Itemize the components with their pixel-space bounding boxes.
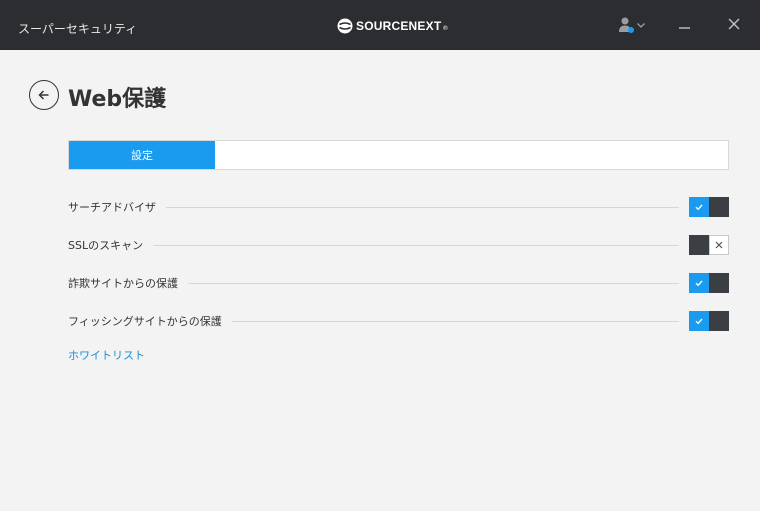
tab-bar: 設定 <box>68 140 729 170</box>
close-icon <box>728 18 740 30</box>
arrow-left-icon <box>38 90 49 100</box>
x-icon <box>709 235 729 255</box>
setting-label: 詐欺サイトからの保護 <box>68 277 178 290</box>
sourcenext-logo-icon <box>337 18 353 34</box>
minimize-icon <box>679 27 690 29</box>
divider-line <box>188 282 679 284</box>
check-icon <box>689 273 709 293</box>
brand-logo: SOURCENEXT ® <box>337 17 448 35</box>
app-title: スーパーセキュリティ <box>18 22 138 36</box>
toggle-knob <box>689 235 709 255</box>
setting-row-fraud-protection: 詐欺サイトからの保護 <box>68 272 729 294</box>
whitelist-link[interactable]: ホワイトリスト <box>68 347 145 363</box>
toggle-knob <box>709 197 729 217</box>
ssl-scan-toggle[interactable] <box>689 235 729 255</box>
brand-name: SOURCENEXT <box>356 19 442 33</box>
back-button[interactable] <box>29 80 59 110</box>
registered-mark: ® <box>442 25 449 32</box>
search-advisor-toggle[interactable] <box>689 197 729 217</box>
chevron-down-icon <box>637 23 645 28</box>
divider-line <box>231 320 679 322</box>
check-icon <box>689 311 709 331</box>
setting-row-search-advisor: サーチアドバイザ <box>68 196 729 218</box>
setting-label: SSLのスキャン <box>68 239 144 252</box>
setting-label: サーチアドバイザ <box>68 201 156 214</box>
main-content: Web保護 設定 サーチアドバイザ SSLのスキャン 詐欺サイトからの保護 フィ… <box>0 50 760 511</box>
minimize-button[interactable] <box>676 16 694 34</box>
page-title: Web保護 <box>68 87 167 112</box>
divider-line <box>166 206 679 208</box>
setting-label: フィッシングサイトからの保護 <box>68 315 222 328</box>
setting-row-ssl-scan: SSLのスキャン <box>68 234 729 256</box>
setting-row-phishing-protection: フィッシングサイトからの保護 <box>68 310 729 332</box>
fraud-protection-toggle[interactable] <box>689 273 729 293</box>
user-icon <box>619 17 634 33</box>
tab-settings[interactable]: 設定 <box>69 141 215 169</box>
close-button[interactable] <box>725 15 743 33</box>
toggle-knob <box>709 273 729 293</box>
phishing-protection-toggle[interactable] <box>689 311 729 331</box>
divider-line <box>153 244 679 246</box>
account-menu-button[interactable] <box>618 14 648 36</box>
check-icon <box>689 197 709 217</box>
toggle-knob <box>709 311 729 331</box>
title-bar: スーパーセキュリティ SOURCENEXT ® <box>0 0 760 50</box>
